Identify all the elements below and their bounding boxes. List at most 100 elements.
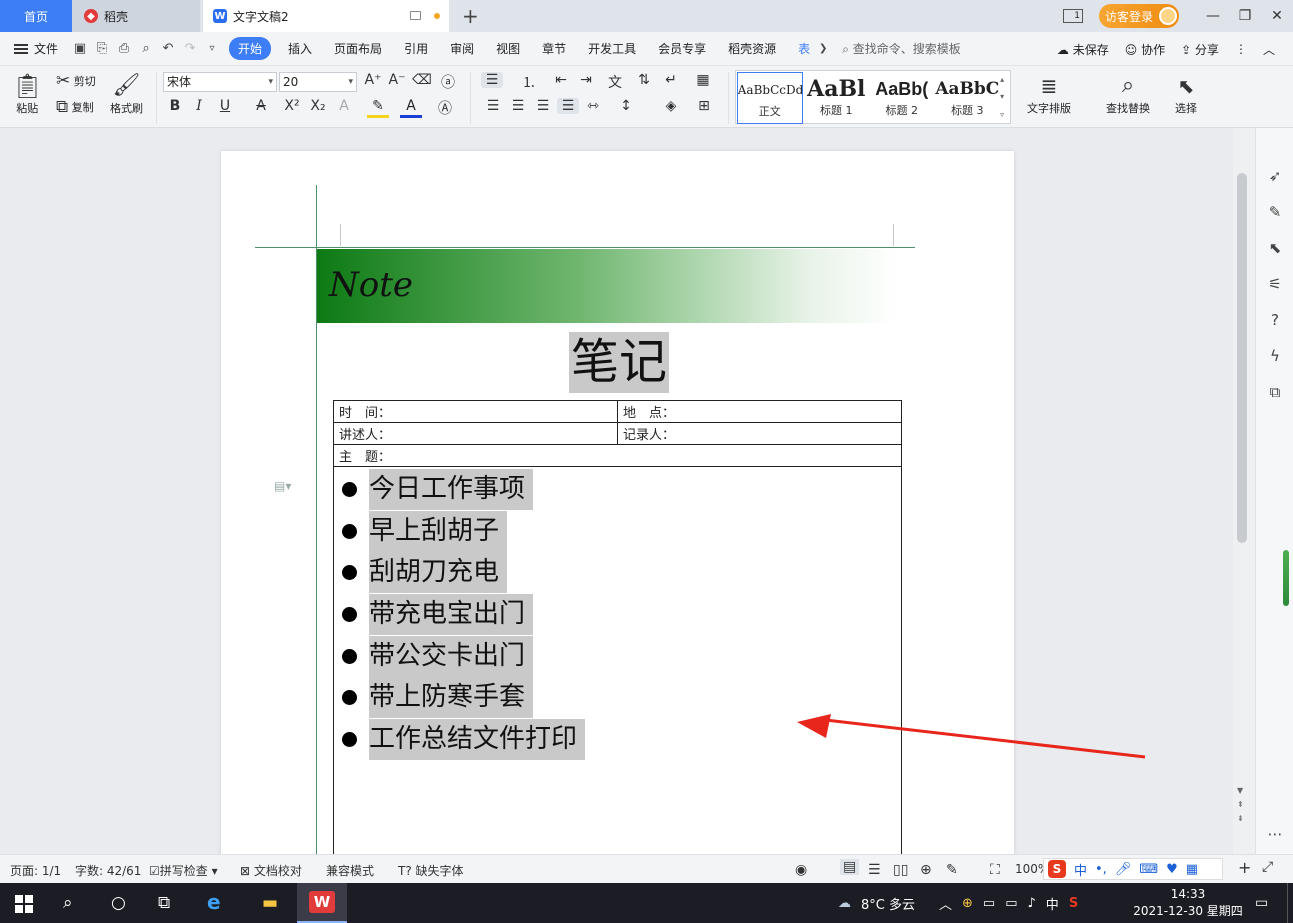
justify-icon[interactable]: ☰: [557, 98, 579, 114]
spell-check-button[interactable]: ☑拼写检查 ▾: [149, 862, 218, 879]
grow-font-icon[interactable]: A⁺: [362, 72, 384, 88]
save-icon[interactable]: ▣: [69, 41, 91, 56]
cortana-icon[interactable]: ○: [111, 893, 126, 913]
align-right-icon[interactable]: ☰: [532, 98, 554, 114]
style-normal[interactable]: AaBbCcDd 正文: [737, 72, 803, 124]
pen-icon[interactable]: ✎: [1265, 202, 1285, 222]
prev-page-icon[interactable]: ⇞: [1237, 800, 1244, 809]
collab-button[interactable]: ☺ 协作: [1125, 41, 1165, 58]
style-heading-3[interactable]: AaBbC 标题 3: [935, 71, 1001, 123]
cut-button[interactable]: ✂ 剪切: [56, 72, 96, 90]
style-gallery-scroll[interactable]: ▴ ▾ ▿: [1000, 71, 1010, 123]
format-painter-button[interactable]: 🖌︎ 格式刷: [110, 72, 143, 116]
vertical-scrollbar[interactable]: ▼ ⇞ ⇟: [1233, 128, 1255, 854]
text-layout-button[interactable]: ≣ 文字排版: [1027, 72, 1071, 116]
table-cell-topic[interactable]: 主 题：: [333, 444, 902, 467]
minimize-icon[interactable]: —: [1197, 8, 1229, 24]
list-item[interactable]: 带充电宝出门: [342, 594, 585, 636]
style-heading-2[interactable]: AaBb( 标题 2: [869, 71, 935, 123]
content-cell[interactable]: 今日工作事项 早上刮胡子 刮胡刀充电 带充电宝出门 带公交卡出门 带上防寒手套 …: [333, 467, 902, 854]
menu-insert[interactable]: 插入: [277, 40, 323, 57]
menu-daoke-resources[interactable]: 稻壳资源: [717, 40, 787, 57]
unsaved-button[interactable]: ☁ 未保存: [1057, 41, 1109, 58]
close-icon[interactable]: ✕: [1261, 8, 1293, 24]
menu-file[interactable]: 文件: [0, 40, 69, 57]
rocket-icon[interactable]: ➶: [1265, 166, 1285, 186]
decrease-indent-icon[interactable]: ⇤: [550, 72, 572, 88]
document-page[interactable]: Note 笔记 时 间： 地 点： 讲述人： 记录人： 主 题： 今日工作事项 …: [221, 151, 1146, 854]
write-mode-icon[interactable]: ✎: [946, 862, 958, 878]
command-search[interactable]: ⌕ 查找命令、搜索模板: [834, 40, 972, 57]
volume-icon[interactable]: ♪: [1028, 896, 1036, 911]
menu-scroll-right-icon[interactable]: ❯: [812, 43, 834, 54]
copy-button[interactable]: ⧉ 复制: [56, 98, 94, 116]
weather-text[interactable]: 8°C 多云: [861, 894, 915, 913]
paste-button[interactable]: 📋︎ 粘贴: [12, 72, 42, 116]
file-explorer-icon[interactable]: ▬: [262, 893, 278, 913]
shrink-font-icon[interactable]: A⁻: [386, 72, 408, 88]
next-page-icon[interactable]: ⇟: [1237, 814, 1244, 823]
list-item[interactable]: 带公交卡出门: [342, 635, 585, 677]
window-count-icon[interactable]: 1: [1063, 9, 1083, 23]
paragraph-options-icon[interactable]: ▤▾: [274, 479, 291, 493]
eye-protect-icon[interactable]: ◉: [795, 862, 807, 878]
page-indicator[interactable]: 页面: 1/1: [10, 862, 61, 879]
bullet-list-icon[interactable]: ☰: [481, 72, 503, 88]
print-icon[interactable]: ⎙: [113, 41, 135, 56]
lightning-icon[interactable]: ϟ: [1265, 346, 1285, 366]
increase-indent-icon[interactable]: ⇥: [575, 72, 597, 88]
more-icon[interactable]: ⋯: [1265, 824, 1285, 844]
show-marks-icon[interactable]: ↵: [660, 72, 682, 88]
wps-taskbar-button[interactable]: W: [297, 883, 347, 923]
table-cell-speaker[interactable]: 讲述人：: [333, 422, 618, 445]
pointer-icon[interactable]: ⬉: [1265, 238, 1285, 258]
help-icon[interactable]: ?: [1265, 310, 1285, 330]
show-desktop-button[interactable]: [1287, 883, 1293, 923]
document-workspace[interactable]: Note 笔记 时 间： 地 点： 讲述人： 记录人： 主 题： 今日工作事项 …: [0, 128, 1255, 854]
network-icon[interactable]: ▭: [1005, 896, 1017, 911]
list-item[interactable]: 带上防寒手套: [342, 677, 585, 719]
taskbar-search-icon[interactable]: ⌕: [63, 893, 73, 913]
menu-chapter[interactable]: 章节: [531, 40, 577, 57]
list-item[interactable]: 早上刮胡子: [342, 510, 585, 553]
more-menu-icon[interactable]: ⋮: [1235, 42, 1247, 56]
menu-review[interactable]: 审阅: [439, 40, 485, 57]
tray-app-icon[interactable]: ⊕: [962, 896, 973, 911]
bold-icon[interactable]: B: [164, 98, 186, 114]
font-color-icon[interactable]: A: [400, 98, 422, 118]
task-view-icon[interactable]: ⧉: [158, 893, 170, 913]
subscript-icon[interactable]: X₂: [307, 98, 329, 114]
clock[interactable]: 14:33 2021-12-30 星期四: [1128, 886, 1248, 920]
scroll-down-icon[interactable]: ▼: [1237, 786, 1243, 795]
sort-icon[interactable]: ⇅: [633, 72, 655, 88]
document-title[interactable]: 笔记: [569, 332, 670, 393]
backup-icon[interactable]: ⧉: [1265, 382, 1285, 402]
find-replace-button[interactable]: ⌕ 查找替换: [1106, 72, 1150, 116]
italic-icon[interactable]: I: [188, 98, 210, 114]
share-button[interactable]: ⇪ 分享: [1181, 41, 1219, 58]
style-heading-1[interactable]: AaBl 标题 1: [804, 71, 870, 123]
taskbar-lang[interactable]: 中: [1046, 894, 1059, 913]
side-handle[interactable]: [1283, 550, 1289, 606]
ime-toolbar[interactable]: S 中 •, 🎤︎ ⌨ ♥ ▦: [1043, 858, 1223, 880]
menu-page-layout[interactable]: 页面布局: [323, 40, 393, 57]
fullscreen-icon[interactable]: ⤢: [1262, 859, 1273, 875]
sliders-icon[interactable]: ⚟: [1265, 274, 1285, 294]
superscript-icon[interactable]: X²: [281, 98, 303, 114]
usb-icon[interactable]: ▭: [983, 896, 995, 911]
font-size-select[interactable]: 20: [279, 72, 357, 92]
chinese-layout-icon[interactable]: 文: [604, 72, 626, 92]
fit-page-icon[interactable]: ⛶: [990, 862, 1000, 878]
borders-icon[interactable]: ⊞: [693, 98, 715, 114]
collapse-ribbon-icon[interactable]: ︿: [1263, 41, 1275, 58]
page-view-icon[interactable]: ▤: [840, 859, 860, 875]
windows-start-icon[interactable]: [15, 895, 33, 913]
tab-daoke[interactable]: ◆ 稻壳: [72, 0, 200, 32]
table-cell-place[interactable]: 地 点：: [617, 400, 902, 423]
tab-home[interactable]: 首页: [0, 0, 72, 32]
missing-font-button[interactable]: T? 缺失字体: [398, 862, 464, 879]
numbered-list-icon[interactable]: ⒈: [518, 72, 540, 92]
visitor-login-button[interactable]: 访客登录: [1099, 4, 1179, 28]
new-tab-plus-icon[interactable]: +: [462, 4, 479, 28]
sogou-tray-icon[interactable]: S: [1069, 896, 1078, 911]
